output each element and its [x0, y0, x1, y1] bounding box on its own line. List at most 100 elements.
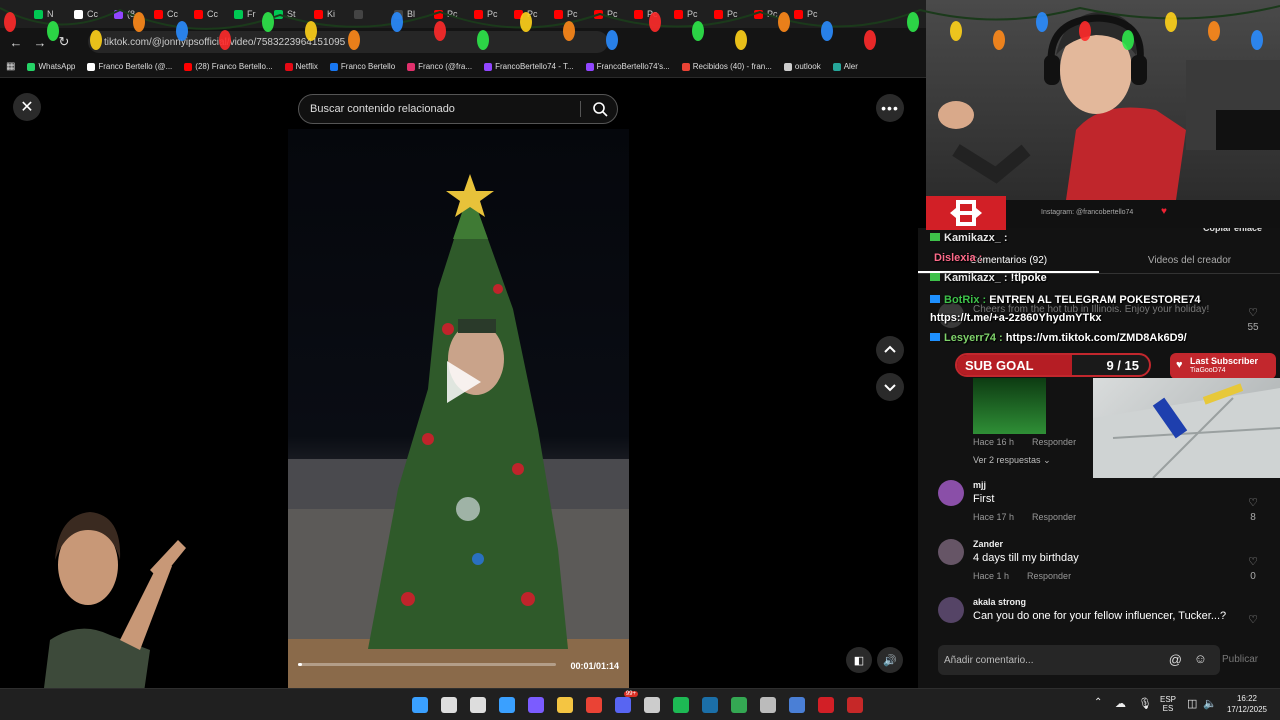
browser-tab[interactable]: N [28, 3, 64, 25]
obs-icon[interactable] [818, 697, 834, 713]
bookmark-item[interactable]: Recibidos (40) - fran... [681, 62, 772, 71]
bookmark-item[interactable]: Aler [832, 62, 858, 71]
browser-tab[interactable]: Pc [548, 3, 584, 25]
tab-creator-videos[interactable]: Videos del creador [1099, 248, 1280, 273]
close-button[interactable]: ✕ [13, 93, 41, 121]
bookmark-item[interactable]: Franco Bertello [329, 62, 395, 71]
browser-tab[interactable]: Pc [588, 3, 624, 25]
comment-username[interactable]: Zander [973, 539, 1003, 549]
bookmark-item[interactable]: FrancoBertello74 - T... [484, 62, 574, 71]
apps-icon[interactable]: ▦ [6, 61, 15, 72]
heart-icon[interactable]: ♡ [1246, 613, 1260, 626]
browser-tab[interactable]: St [268, 3, 304, 25]
heart-icon[interactable]: ♡ [1246, 306, 1260, 319]
browser-tab[interactable] [348, 3, 384, 25]
more-options-button[interactable]: ••• [876, 94, 904, 122]
forward-button[interactable]: → [28, 30, 52, 54]
progress-bar[interactable] [298, 663, 556, 666]
bookmark-item[interactable]: Netflix [284, 62, 318, 71]
store-icon[interactable] [499, 697, 515, 713]
comment-username[interactable]: akala strong [973, 597, 1026, 607]
copilot-icon[interactable] [528, 697, 544, 713]
previous-video-button[interactable] [876, 336, 904, 364]
browser-tab[interactable]: Cc [188, 3, 224, 25]
steam-icon[interactable] [702, 697, 718, 713]
last-subscriber-badge: ♥ Last Subscriber TiaGooD74 [1170, 353, 1276, 379]
tab-favicon [154, 9, 163, 19]
browser-tab[interactable]: Pc [428, 3, 464, 25]
monitor-icon[interactable] [789, 697, 805, 713]
logo-mark [950, 200, 982, 226]
bookmark-item[interactable]: Franco (@fra... [407, 62, 472, 71]
search-icon[interactable] [592, 101, 608, 117]
avatar[interactable] [938, 539, 964, 565]
reply-button[interactable]: Responder [1032, 437, 1076, 447]
search-placeholder: Buscar contenido relacionado [310, 103, 455, 115]
microphone-icon[interactable]: 🎙 [1138, 697, 1152, 710]
search-input[interactable]: Buscar contenido relacionado [298, 94, 618, 124]
bookmark-item[interactable]: FrancoBertello74's... [585, 62, 670, 71]
task-view-icon[interactable] [470, 697, 486, 713]
sub-goal-count: 9 / 15 [1106, 358, 1139, 373]
search-icon[interactable] [441, 697, 457, 713]
shield-icon[interactable] [847, 697, 863, 713]
play-icon[interactable] [443, 359, 483, 405]
language-indicator[interactable]: ESP ES [1158, 695, 1178, 713]
drive-icon[interactable] [731, 697, 747, 713]
heart-icon[interactable]: ♡ [1246, 555, 1260, 568]
network-icon[interactable]: ☁ [1115, 697, 1126, 710]
like-count: 55 [1247, 322, 1259, 333]
heart-icon[interactable]: ♡ [1246, 496, 1260, 509]
bookmark-item[interactable]: outlook [783, 62, 821, 71]
reply-button[interactable]: Responder [1027, 571, 1071, 581]
view-replies-button[interactable]: Ver 2 respuestas ⌄ [973, 455, 1051, 466]
clock[interactable]: 16:22 17/12/2025 [1222, 694, 1272, 714]
spotify-icon[interactable] [673, 697, 689, 713]
browser-tab[interactable]: Fr [228, 3, 264, 25]
next-video-button[interactable] [876, 373, 904, 401]
browser-tab[interactable]: Bl [388, 3, 424, 25]
bookmark-item[interactable]: WhatsApp [27, 62, 75, 71]
avatar[interactable] [938, 597, 964, 623]
browser-tab[interactable]: Pc [508, 3, 544, 25]
mute-button[interactable]: 🔊 [877, 647, 903, 673]
emoji-icon[interactable]: ☺ [1194, 651, 1207, 666]
video-player[interactable]: 00:01/01:14 [288, 129, 629, 688]
browser-tab[interactable]: Pc [748, 3, 784, 25]
mention-icon[interactable]: @ [1169, 652, 1182, 667]
browser-tab[interactable]: Pc [708, 3, 744, 25]
browser-tab[interactable]: Ki [308, 3, 344, 25]
heart-icon: ♥ [1161, 206, 1167, 217]
chrome-icon[interactable] [586, 697, 602, 713]
avatar[interactable] [938, 480, 964, 506]
browser-tab[interactable]: Pc [668, 3, 704, 25]
bookmark-item[interactable]: Franco Bertello (@... [87, 62, 172, 71]
chat-message: Kamikazx_ : !tlpoke [930, 272, 1047, 284]
comment-input[interactable]: Añadir comentario... @ ☺ [938, 645, 1220, 675]
reply-button[interactable]: Responder [1032, 512, 1076, 522]
tab-favicon [594, 9, 603, 19]
bookmark-label: (28) Franco Bertello... [195, 62, 273, 71]
browser-tab[interactable]: Pc [628, 3, 664, 25]
volume-icon[interactable]: 🔈 [1203, 697, 1217, 710]
chevron-up-icon[interactable]: ⌃ [1094, 697, 1102, 708]
browser-tab[interactable]: Pc [788, 3, 824, 25]
browser-tab[interactable]: Cc [68, 3, 104, 25]
url-field[interactable]: tiktok.com/@jonnyipsofficial/video/75832… [88, 31, 608, 53]
file-explorer-icon[interactable] [557, 697, 573, 713]
browser-tab[interactable]: (8 [108, 3, 144, 25]
heart-icon: ♥ [1176, 359, 1183, 371]
browser-tab[interactable]: Pc [468, 3, 504, 25]
discord-icon[interactable]: 99+ [615, 691, 638, 713]
tool-icon[interactable] [760, 697, 776, 713]
windows-start-icon[interactable] [412, 697, 428, 713]
bookmark-item[interactable]: (28) Franco Bertello... [184, 62, 273, 71]
app-icon[interactable] [644, 697, 660, 713]
wifi-icon[interactable]: ◫ [1187, 697, 1197, 710]
reload-button[interactable]: ↻ [52, 30, 76, 54]
comment-username[interactable]: mjj [973, 480, 986, 490]
floating-player-button[interactable]: ◧ [846, 647, 872, 673]
back-button[interactable]: ← [4, 30, 28, 54]
publish-button[interactable]: Publicar [1222, 654, 1258, 665]
browser-tab[interactable]: Cc [148, 3, 184, 25]
